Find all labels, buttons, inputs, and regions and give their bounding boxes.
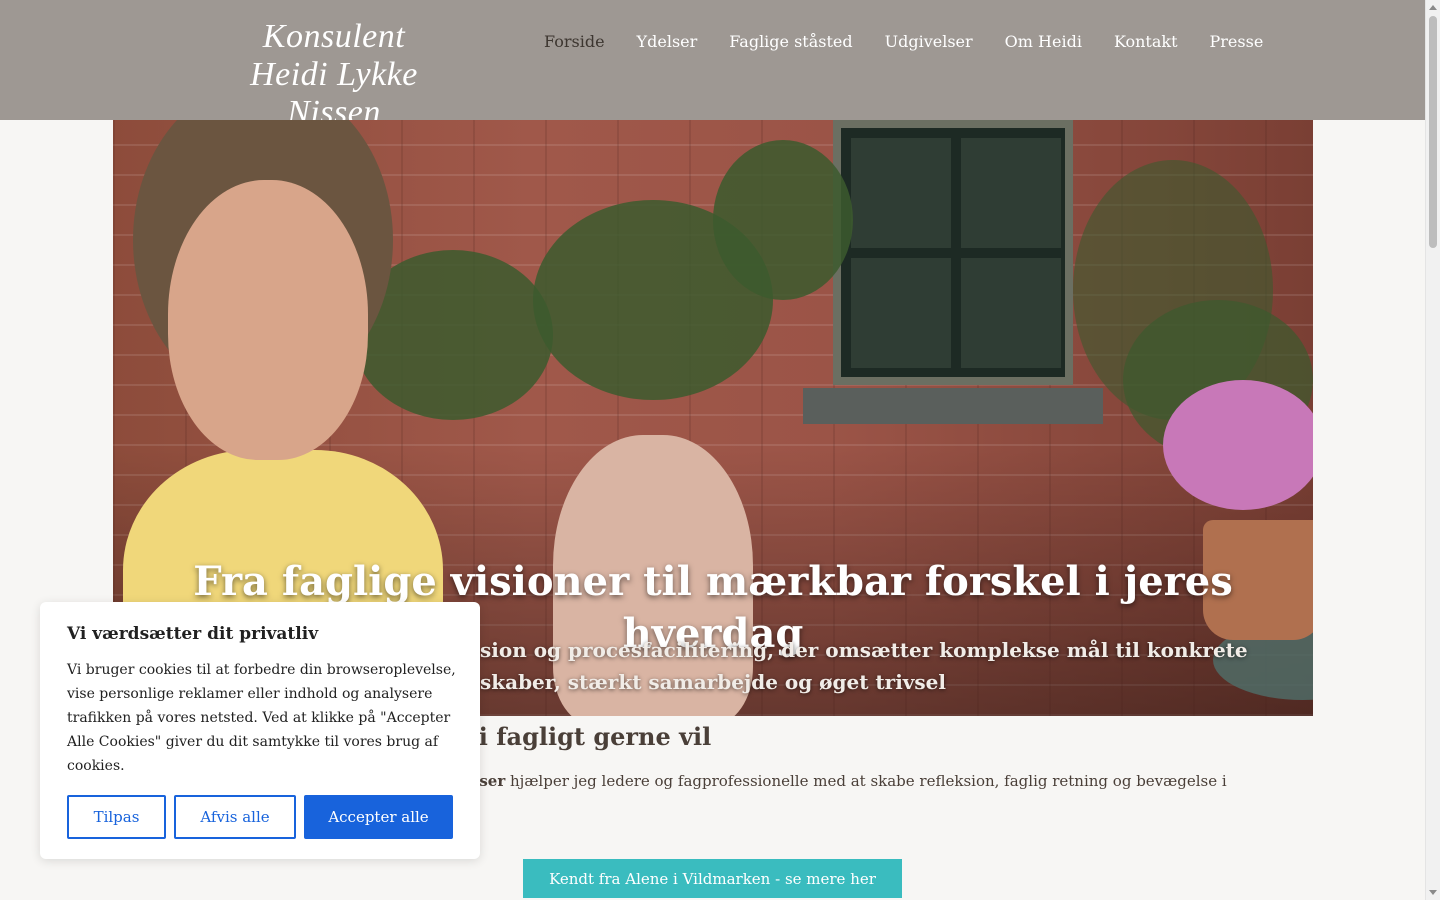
nav-item-ydelser[interactable]: Ydelser — [621, 30, 714, 54]
customize-button[interactable]: Tilpas — [67, 795, 166, 839]
nav-item-faglige-staasted[interactable]: Faglige ståsted — [713, 30, 868, 54]
cookie-title: Vi værdsætter dit privatliv — [67, 624, 319, 644]
scroll-thumb[interactable] — [1429, 16, 1437, 248]
nav-item-kontakt[interactable]: Kontakt — [1098, 30, 1194, 54]
nav-item-om-heidi[interactable]: Om Heidi — [989, 30, 1098, 54]
hero-subtitle-line-2: skaber, stærkt samarbejde og øget trivse… — [480, 670, 946, 694]
hero-subtitle-line-1: sion og procesfacilitering, der omsætter… — [480, 638, 1248, 662]
cookie-consent-dialog: Vi værdsætter dit privatliv Vi bruger co… — [40, 602, 480, 859]
intro-paragraph: derviser hjælper jeg ledere og fagprofes… — [437, 768, 1237, 820]
nav-item-forside[interactable]: Forside — [528, 30, 621, 54]
nav-item-presse[interactable]: Presse — [1194, 30, 1280, 54]
page-scrollbar[interactable] — [1425, 0, 1440, 900]
scroll-down-arrow-icon[interactable] — [1429, 890, 1437, 895]
alene-i-vildmarken-button[interactable]: Kendt fra Alene i Vildmarken - se mere h… — [523, 859, 902, 898]
logo-line-1: Konsulent — [262, 18, 406, 55]
site-logo[interactable]: Konsulent Heidi Lykke Nissen — [213, 18, 455, 132]
hero-subtitle: sion og procesfacilitering, der omsætter… — [480, 634, 1280, 698]
accept-all-button[interactable]: Accepter alle — [304, 795, 453, 839]
reject-all-button[interactable]: Afvis alle — [174, 795, 296, 839]
intro-text: hjælper jeg ledere og fagprofessionelle … — [437, 772, 1227, 816]
site-header: Konsulent Heidi Lykke Nissen Forside Yde… — [0, 0, 1425, 131]
scroll-up-arrow-icon[interactable] — [1429, 5, 1437, 10]
main-nav: Forside Ydelser Faglige ståsted Udgivels… — [528, 30, 1279, 54]
nav-item-udgivelser[interactable]: Udgivelser — [869, 30, 989, 54]
cookie-description: Vi bruger cookies til at forbedre din br… — [67, 662, 456, 774]
